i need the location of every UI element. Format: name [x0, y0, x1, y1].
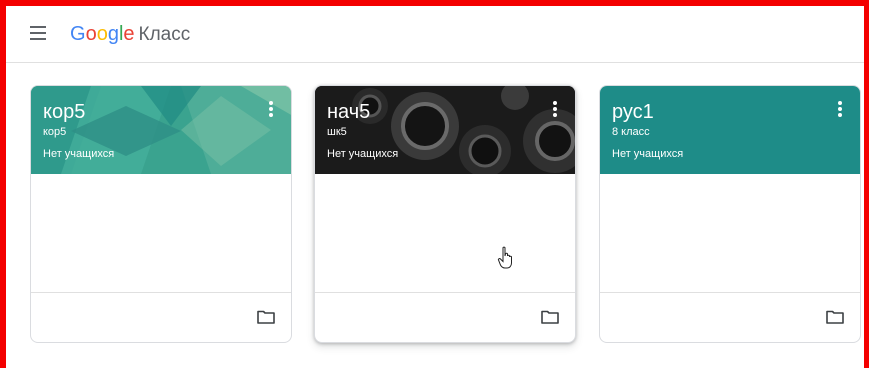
- logo-letter: o: [85, 23, 97, 45]
- app-logo[interactable]: Google Класс: [70, 22, 190, 47]
- class-card-header[interactable]: кор5 кор5 Нет учащихся: [31, 86, 291, 174]
- logo-letter: e: [123, 23, 135, 45]
- class-card-footer: [600, 292, 860, 342]
- class-title[interactable]: нач5: [327, 100, 370, 124]
- hand-pointer-icon: [497, 246, 512, 269]
- class-section: 8 класс: [612, 126, 650, 138]
- student-count: Нет учащихся: [327, 148, 399, 160]
- class-card-header[interactable]: нач5 шк5 Нет учащихся: [315, 86, 575, 174]
- folder-icon[interactable]: [541, 310, 559, 324]
- class-card-footer: [315, 292, 575, 342]
- class-card-footer: [31, 292, 291, 342]
- folder-icon[interactable]: [257, 310, 275, 324]
- class-section: кор5: [43, 126, 67, 138]
- product-name: Класс: [138, 24, 191, 45]
- more-vert-icon[interactable]: [838, 101, 842, 117]
- class-title[interactable]: кор5: [43, 100, 85, 124]
- logo-letter: g: [107, 23, 119, 45]
- student-count: Нет учащихся: [43, 148, 115, 160]
- more-vert-icon[interactable]: [269, 101, 273, 117]
- menu-icon[interactable]: [30, 26, 46, 40]
- logo-letter: o: [96, 23, 108, 45]
- class-card[interactable]: нач5 шк5 Нет учащихся: [314, 85, 576, 343]
- class-card[interactable]: кор5 кор5 Нет учащихся: [30, 85, 292, 343]
- class-card[interactable]: рус1 8 класс Нет учащихся: [599, 85, 861, 343]
- logo-letter: G: [70, 23, 86, 45]
- class-title[interactable]: рус1: [612, 100, 654, 124]
- class-section: шк5: [327, 126, 347, 138]
- app-header: Google Класс: [6, 6, 864, 63]
- folder-icon[interactable]: [826, 310, 844, 324]
- more-vert-icon[interactable]: [553, 101, 557, 117]
- student-count: Нет учащихся: [612, 148, 684, 160]
- class-card-header[interactable]: рус1 8 класс Нет учащихся: [600, 86, 860, 174]
